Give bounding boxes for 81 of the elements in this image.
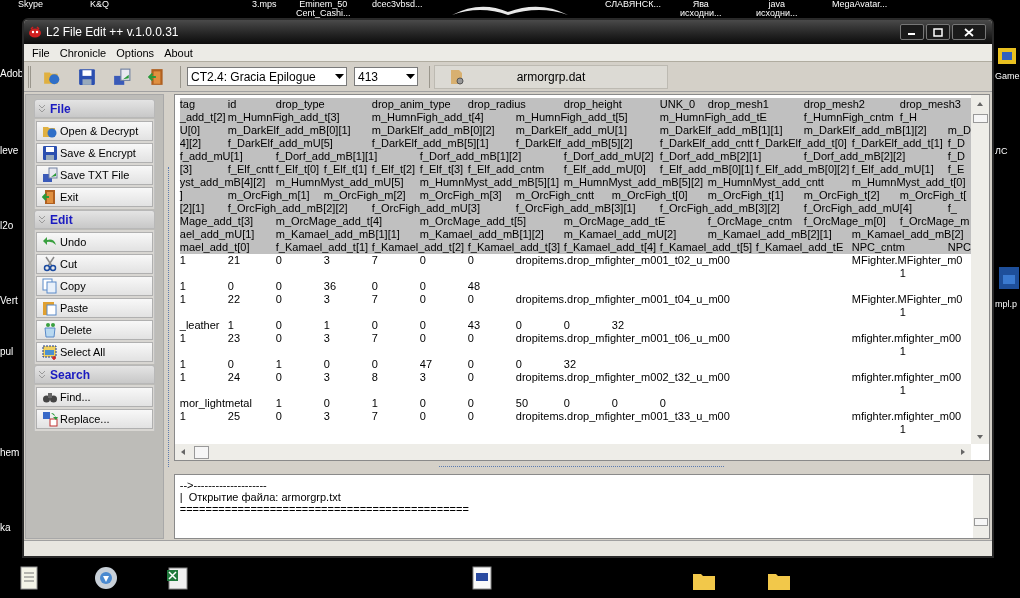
select-all-icon [42,344,58,360]
disk-arrow-icon [113,67,131,86]
caret-icon [406,73,415,80]
icon-label: Eminem_50 [299,0,348,9]
group-header[interactable]: Search [34,365,155,384]
window-title: L2 File Edit ++ v.1.0.0.31 [46,24,180,41]
sidebar-button[interactable]: Save TXT File [36,165,153,185]
menu-item[interactable]: Chronicle [54,44,112,61]
sidebar-button[interactable]: Copy [36,276,153,296]
sidebar-button[interactable]: Open & Decrypt [36,121,153,141]
icon-label: pul [0,346,14,358]
sidebar-button[interactable]: Find... [36,387,153,407]
icon-label: hem [0,447,20,459]
chevron-icon [38,215,46,224]
icon-label: Vert [0,295,18,307]
vertical-scrollbar[interactable] [973,475,989,538]
dropdown[interactable]: CT2.4: Gracia Epilogue [187,67,347,86]
sidebar-button[interactable]: Select All [36,342,153,362]
icon-label: Skype [18,0,43,9]
icon-label: ka [0,522,11,534]
chevron-icon [38,104,46,113]
group-header[interactable]: File [34,99,155,118]
replace-icon [42,411,58,427]
copy-icon [42,278,58,294]
minimize-button[interactable] [900,24,924,40]
disk-arrow-icon [42,167,58,183]
icon-label: исходни... [756,9,798,18]
recycle-bin-icon [42,322,58,338]
app-icon [28,26,42,38]
icon-label: исходни... [680,9,722,18]
sidebar-button[interactable]: Save & Encrypt [36,143,153,163]
menu-item[interactable]: About [159,44,198,61]
group-header[interactable]: Edit [34,210,155,229]
spreadsheet-icon[interactable] [166,566,190,590]
sidebar-button[interactable]: Undo [36,232,153,252]
document-icon[interactable] [470,566,494,590]
vertical-scrollbar[interactable] [971,95,989,444]
icon-label: MegaAvatar... [832,0,888,9]
file-name: armorgrp.dat [515,68,587,86]
sidebar-button[interactable]: Exit [36,187,153,207]
chevron-icon [38,370,46,379]
scrollbar-thumb[interactable] [972,114,988,123]
scrollbar-thumb[interactable] [193,445,209,459]
menu-item[interactable]: File [27,44,55,61]
text-editor[interactable] [173,94,990,461]
dropdown[interactable]: 413 [354,67,418,86]
sidebar-button[interactable]: Replace... [36,409,153,429]
log-line: | Открытие файла: armorgrp.txt [179,491,342,503]
maximize-button[interactable] [926,24,950,40]
horizontal-scrollbar[interactable] [174,444,971,460]
scissors-icon [42,256,58,272]
icon-label: ЛС [995,145,1008,157]
sidebar-button[interactable]: Delete [36,320,153,340]
disc-icon[interactable] [94,566,118,590]
icon-label: K&Q [90,0,109,9]
icon-label: Ява [692,0,709,9]
file-gear-icon [449,68,465,85]
icon-label: dcec3vbsd... [372,0,423,9]
caret-icon [335,73,344,80]
scrollbar-thumb[interactable] [974,518,988,526]
icon-label: 3.mps [252,0,277,9]
maximize-icon [933,27,943,37]
clipboard-icon [42,300,58,316]
log-line: ============================================= [179,503,470,515]
door-exit-icon [42,189,58,205]
icon-label: Cent_Cashi... [296,9,351,18]
close-button[interactable] [952,24,986,40]
icon-label: leve [0,145,19,157]
splitter-handle[interactable] [439,466,725,469]
menu-item[interactable]: Options [111,44,160,61]
icon-label: java [768,0,785,9]
icon-label: Game [995,70,1020,82]
icon-label: l2o [0,220,14,232]
log-line: -->-------------------- [179,479,268,491]
photoshop-file-icon[interactable] [998,266,1020,290]
close-icon [964,27,974,37]
sidebar-button[interactable]: Cut [36,254,153,274]
door-exit-icon [148,67,166,86]
icon-label: mpl.p [995,298,1017,310]
sidebar-button[interactable]: Paste [36,298,153,318]
icon-label: СЛАВЯНСК... [605,0,662,9]
